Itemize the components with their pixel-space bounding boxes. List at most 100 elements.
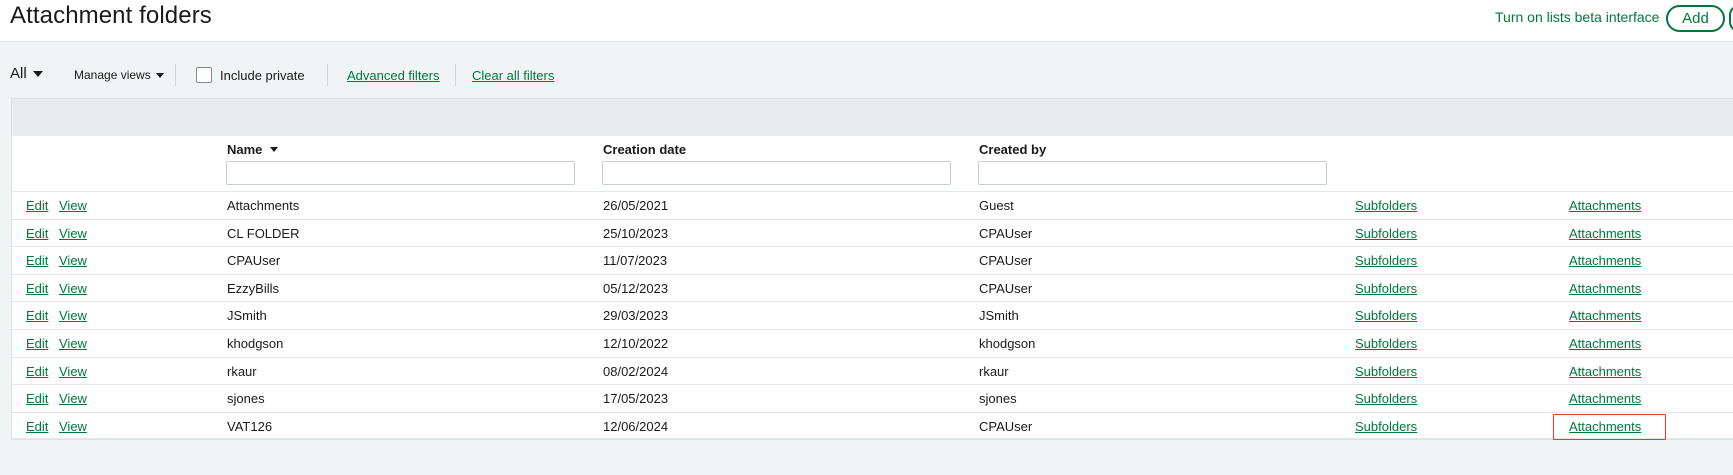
creation-date: 05/12/2023 xyxy=(603,280,669,296)
subfolders-link[interactable]: Subfolders xyxy=(1355,253,1417,268)
sort-desc-icon xyxy=(270,147,279,152)
chevron-down-icon xyxy=(32,70,43,77)
edit-link[interactable]: Edit xyxy=(26,308,48,323)
folder-name: Attachments xyxy=(227,198,300,213)
table-row: Edit View CPAUser 11/07/2023 CPAUser Sub… xyxy=(12,246,1733,274)
table-row: Edit View khodgson 12/10/2022 khodgson S… xyxy=(12,328,1733,357)
creation-date: 29/03/2023 xyxy=(603,308,669,324)
column-header-label: Name xyxy=(227,142,263,157)
table-row: Edit View CL FOLDER 25/10/2023 CPAUser S… xyxy=(12,218,1733,247)
view-link[interactable]: View xyxy=(59,391,87,406)
attachments-link[interactable]: Attachments xyxy=(1569,364,1641,379)
edit-link[interactable]: Edit xyxy=(26,226,48,241)
subfolders-link[interactable]: Subfolders xyxy=(1355,391,1417,406)
subfolders-link[interactable]: Subfolders xyxy=(1355,419,1417,434)
folder-name: rkaur xyxy=(227,363,257,379)
attachments-link[interactable]: Attachments xyxy=(1569,253,1641,268)
page-title: Attachment folders xyxy=(10,2,212,29)
attachments-link[interactable]: Attachments xyxy=(1569,281,1641,296)
created-by: CPAUser xyxy=(979,418,1033,434)
attachments-link[interactable]: Attachments xyxy=(1569,198,1641,213)
subfolders-link[interactable]: Subfolders xyxy=(1355,198,1417,213)
folder-name: VAT126 xyxy=(227,418,273,434)
view-link[interactable]: View xyxy=(59,364,87,379)
more-button[interactable] xyxy=(1729,5,1733,32)
creation-date: 11/07/2023 xyxy=(603,253,668,269)
table-body: Edit View Attachments 26/05/2021 Guest S… xyxy=(12,191,1733,440)
attachments-link[interactable]: Attachments xyxy=(1569,419,1641,434)
attachments-link[interactable]: Attachments xyxy=(1569,226,1641,241)
table-toolbar-band xyxy=(12,99,1733,136)
folder-name: EzzyBills xyxy=(227,280,280,296)
created-by: sjones xyxy=(979,391,1017,407)
column-header-name[interactable]: Name xyxy=(227,142,279,157)
include-private-checkbox[interactable] xyxy=(196,67,212,83)
table-row: Edit View VAT126 12/06/2024 CPAUser Subf… xyxy=(12,411,1733,440)
column-header-creation-date[interactable]: Creation date xyxy=(603,142,686,157)
created-by-filter-input[interactable] xyxy=(978,161,1327,185)
created-by: CPAUser xyxy=(979,253,1033,269)
attachments-link[interactable]: Attachments xyxy=(1569,391,1641,406)
creation-date: 17/05/2023 xyxy=(603,391,669,407)
add-button[interactable]: Add xyxy=(1666,5,1725,32)
folder-name: sjones xyxy=(227,391,265,407)
view-link[interactable]: View xyxy=(59,226,87,241)
view-link[interactable]: View xyxy=(59,253,87,268)
edit-link[interactable]: Edit xyxy=(26,364,48,379)
created-by: JSmith xyxy=(979,308,1019,324)
creation-date: 08/02/2024 xyxy=(603,363,669,379)
manage-views-dropdown[interactable]: Manage views xyxy=(74,68,164,82)
edit-link[interactable]: Edit xyxy=(26,336,48,351)
column-header-created-by[interactable]: Created by xyxy=(979,142,1046,157)
view-link[interactable]: View xyxy=(59,281,87,296)
edit-link[interactable]: Edit xyxy=(26,198,48,213)
created-by: Guest xyxy=(979,198,1014,213)
divider xyxy=(327,64,328,86)
edit-link[interactable]: Edit xyxy=(26,281,48,296)
edit-link[interactable]: Edit xyxy=(26,419,48,434)
subfolders-link[interactable]: Subfolders xyxy=(1355,281,1417,296)
name-filter-input[interactable] xyxy=(226,161,575,185)
subfolders-link[interactable]: Subfolders xyxy=(1355,336,1417,351)
manage-views-label: Manage views xyxy=(74,68,151,82)
table-row: Edit View sjones 17/05/2023 sjones Subfo… xyxy=(12,384,1733,412)
creation-date: 25/10/2023 xyxy=(603,225,669,241)
attachments-link[interactable]: Attachments xyxy=(1569,308,1641,323)
divider xyxy=(455,64,456,86)
created-by: khodgson xyxy=(979,335,1036,351)
table-row: Edit View JSmith 29/03/2023 JSmith Subfo… xyxy=(12,301,1733,329)
creation-date: 12/06/2024 xyxy=(603,418,669,434)
view-link[interactable]: View xyxy=(59,198,87,213)
clear-all-filters-link[interactable]: Clear all filters xyxy=(472,68,554,83)
column-header-label: Creation date xyxy=(603,142,687,157)
edit-link[interactable]: Edit xyxy=(26,253,48,268)
view-selector[interactable]: All xyxy=(10,65,43,82)
view-link[interactable]: View xyxy=(59,419,87,434)
table-row: Edit View rkaur 08/02/2024 rkaur Subfold… xyxy=(12,356,1733,385)
created-by: rkaur xyxy=(979,363,1009,379)
creation-date-filter-input[interactable] xyxy=(602,161,951,185)
advanced-filters-link[interactable]: Advanced filters xyxy=(347,68,440,83)
chevron-down-icon xyxy=(155,72,164,78)
column-header-label: Created by xyxy=(979,142,1047,157)
subfolders-link[interactable]: Subfolders xyxy=(1355,364,1417,379)
creation-date: 26/05/2021 xyxy=(603,198,669,213)
edit-link[interactable]: Edit xyxy=(26,391,48,406)
created-by: CPAUser xyxy=(979,280,1033,296)
divider xyxy=(175,64,176,86)
top-bar: Attachment folders Turn on lists beta in… xyxy=(0,0,1733,42)
attachments-link[interactable]: Attachments xyxy=(1569,336,1641,351)
lists-beta-link[interactable]: Turn on lists beta interface xyxy=(1495,9,1659,25)
include-private-label: Include private xyxy=(220,68,305,83)
subfolders-link[interactable]: Subfolders xyxy=(1355,226,1417,241)
view-link[interactable]: View xyxy=(59,308,87,323)
created-by: CPAUser xyxy=(979,225,1033,241)
folder-name: CPAUser xyxy=(227,253,281,269)
view-link[interactable]: View xyxy=(59,336,87,351)
subfolders-link[interactable]: Subfolders xyxy=(1355,308,1417,323)
folder-name: JSmith xyxy=(227,308,267,324)
creation-date: 12/10/2022 xyxy=(603,335,669,351)
filter-bar: All Manage views Include private Advance… xyxy=(0,60,1733,90)
folder-name: khodgson xyxy=(227,335,284,351)
view-selector-label: All xyxy=(10,65,27,82)
